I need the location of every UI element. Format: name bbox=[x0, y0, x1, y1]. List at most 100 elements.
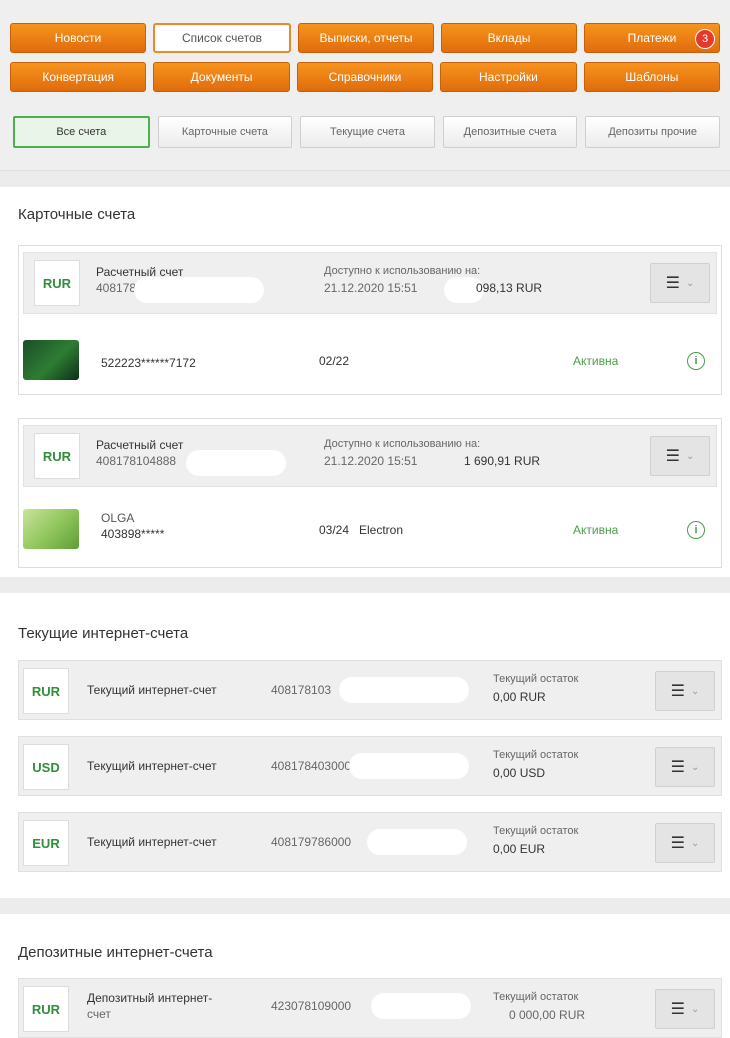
tab-other-deposits[interactable]: Депозиты прочие bbox=[585, 116, 720, 148]
currency-badge: USD bbox=[23, 744, 69, 790]
main-menu-row-2: Конвертация Документы Справочники Настро… bbox=[0, 62, 730, 92]
card-row[interactable]: OLGA 403898***** 03/24 Electron Активна … bbox=[19, 497, 721, 549]
currency-badge: RUR bbox=[23, 668, 69, 714]
account-number: 408179786000 bbox=[271, 835, 352, 849]
card-row[interactable]: 522223******7172 02/22 Активна i bbox=[19, 324, 721, 380]
hamburger-icon: ☰ bbox=[670, 683, 685, 700]
card-pan: 522223******7172 bbox=[101, 356, 196, 370]
account-name-line-1: Депозитный интернет- bbox=[87, 991, 213, 1005]
card-status: Активна bbox=[573, 354, 619, 368]
balance-amount: 0,00 RUR bbox=[493, 690, 546, 704]
account-menu-button[interactable]: ☰ ⌄ bbox=[650, 436, 710, 476]
hamburger-icon: ☰ bbox=[670, 1001, 685, 1018]
currency-badge: RUR bbox=[34, 260, 80, 306]
nav-accounts-list[interactable]: Список счетов bbox=[153, 23, 291, 53]
nav-deposits[interactable]: Вклады bbox=[441, 23, 577, 53]
account-title: Расчетный счет bbox=[96, 438, 184, 452]
redaction-mask bbox=[367, 829, 467, 855]
nav-conversion[interactable]: Конвертация bbox=[10, 62, 147, 92]
current-account-row[interactable]: RUR Текущий интернет-счет 408178103 Теку… bbox=[18, 660, 722, 720]
account-number: 408178103 bbox=[271, 683, 332, 697]
nav-news[interactable]: Новости bbox=[10, 23, 146, 53]
card-type: Electron bbox=[359, 523, 404, 537]
section-divider bbox=[0, 577, 730, 593]
balance-amount: 0 000,00 RUR bbox=[509, 1008, 586, 1022]
hamburger-icon: ☰ bbox=[665, 448, 680, 465]
notification-badge: 3 bbox=[695, 29, 715, 49]
available-amount: 1 690,91 RUR bbox=[464, 454, 541, 468]
current-accounts-title: Текущие интернет-счета bbox=[18, 625, 189, 642]
card-account-block: RUR Расчетный счет 408178104888 Доступно… bbox=[18, 418, 722, 568]
card-account-block: RUR Расчетный счет 408178 Доступно к исп… bbox=[18, 245, 722, 395]
redaction-mask bbox=[371, 993, 471, 1019]
hamburger-icon: ☰ bbox=[665, 275, 680, 292]
account-header: RUR Расчетный счет 408178 Доступно к исп… bbox=[23, 252, 717, 314]
card-accounts-title: Карточные счета bbox=[18, 206, 136, 223]
nav-templates[interactable]: Шаблоны bbox=[583, 62, 721, 92]
currency-badge: RUR bbox=[23, 986, 69, 1032]
balance-label: Текущий остаток bbox=[493, 991, 579, 1003]
account-menu-button[interactable]: ☰ ⌄ bbox=[655, 747, 715, 787]
available-date: 21.12.2020 15:51 bbox=[324, 281, 418, 295]
nav-settings[interactable]: Настройки bbox=[440, 62, 577, 92]
chevron-down-icon: ⌄ bbox=[690, 1003, 700, 1015]
account-menu-button[interactable]: ☰ ⌄ bbox=[655, 823, 715, 863]
chevron-down-icon: ⌄ bbox=[690, 837, 700, 849]
hamburger-icon: ☰ bbox=[670, 835, 685, 852]
deposit-account-row[interactable]: RUR Депозитный интернет- счет 4230781090… bbox=[18, 978, 722, 1038]
account-menu-button[interactable]: ☰ ⌄ bbox=[655, 989, 715, 1029]
account-number: 408178403000 bbox=[271, 759, 352, 773]
info-icon[interactable]: i bbox=[687, 521, 705, 539]
available-amount: 098,13 RUR bbox=[476, 281, 543, 295]
balance-amount: 0,00 USD bbox=[493, 766, 546, 780]
balance-label: Текущий остаток bbox=[493, 825, 579, 837]
chevron-down-icon: ⌄ bbox=[690, 685, 700, 697]
nav-documents[interactable]: Документы bbox=[153, 62, 290, 92]
bank-card-image bbox=[23, 340, 79, 380]
account-number: 423078109000 bbox=[271, 999, 352, 1013]
card-holder: OLGA bbox=[101, 511, 135, 525]
top-navigation: Новости Список счетов Выписки, отчеты Вк… bbox=[0, 0, 730, 171]
account-name: Текущий интернет-счет bbox=[87, 683, 217, 697]
tab-current-accounts[interactable]: Текущие счета bbox=[300, 116, 435, 148]
chevron-down-icon: ⌄ bbox=[685, 277, 695, 289]
chevron-down-icon: ⌄ bbox=[690, 761, 700, 773]
bank-card-image bbox=[23, 509, 79, 549]
redaction-mask bbox=[339, 677, 469, 703]
redaction-mask bbox=[349, 753, 469, 779]
available-date: 21.12.2020 15:51 bbox=[324, 454, 418, 468]
available-label: Доступно к использованию на: bbox=[324, 438, 481, 450]
account-menu-button[interactable]: ☰ ⌄ bbox=[650, 263, 710, 303]
card-expiry: 03/24 bbox=[319, 523, 350, 537]
current-account-row[interactable]: USD Текущий интернет-счет 408178403000 Т… bbox=[18, 736, 722, 796]
available-label: Доступно к использованию на: bbox=[324, 265, 481, 277]
redaction-mask bbox=[186, 450, 286, 476]
balance-label: Текущий остаток bbox=[493, 673, 579, 685]
tab-card-accounts[interactable]: Карточные счета bbox=[157, 116, 293, 148]
redaction-mask bbox=[134, 277, 264, 303]
account-name: Текущий интернет-счет bbox=[87, 759, 217, 773]
card-expiry: 02/22 bbox=[319, 354, 350, 368]
balance-label: Текущий остаток bbox=[493, 749, 579, 761]
tab-deposit-accounts[interactable]: Депозитные счета bbox=[442, 116, 578, 148]
card-pan: 403898***** bbox=[101, 527, 165, 541]
tab-all-accounts[interactable]: Все счета bbox=[13, 116, 150, 148]
account-filter-tabs: Все счета Карточные счета Текущие счета … bbox=[13, 116, 720, 148]
currency-badge: RUR bbox=[34, 433, 80, 479]
account-header: RUR Расчетный счет 408178104888 Доступно… bbox=[23, 425, 717, 487]
chevron-down-icon: ⌄ bbox=[685, 450, 695, 462]
section-divider bbox=[0, 898, 730, 914]
card-status: Активна bbox=[573, 523, 619, 537]
nav-references[interactable]: Справочники bbox=[296, 62, 434, 92]
info-icon[interactable]: i bbox=[687, 352, 705, 370]
main-menu-row-1: Новости Список счетов Выписки, отчеты Вк… bbox=[0, 23, 730, 53]
account-menu-button[interactable]: ☰ ⌄ bbox=[655, 671, 715, 711]
balance-amount: 0,00 EUR bbox=[493, 842, 546, 856]
account-number: 408178 bbox=[96, 281, 137, 295]
hamburger-icon: ☰ bbox=[670, 759, 685, 776]
section-divider bbox=[0, 171, 730, 187]
account-name-line-2: счет bbox=[87, 1007, 111, 1021]
current-account-row[interactable]: EUR Текущий интернет-счет 408179786000 Т… bbox=[18, 812, 722, 872]
nav-statements[interactable]: Выписки, отчеты bbox=[298, 23, 434, 53]
nav-payments[interactable]: Платежи 3 bbox=[584, 23, 720, 53]
